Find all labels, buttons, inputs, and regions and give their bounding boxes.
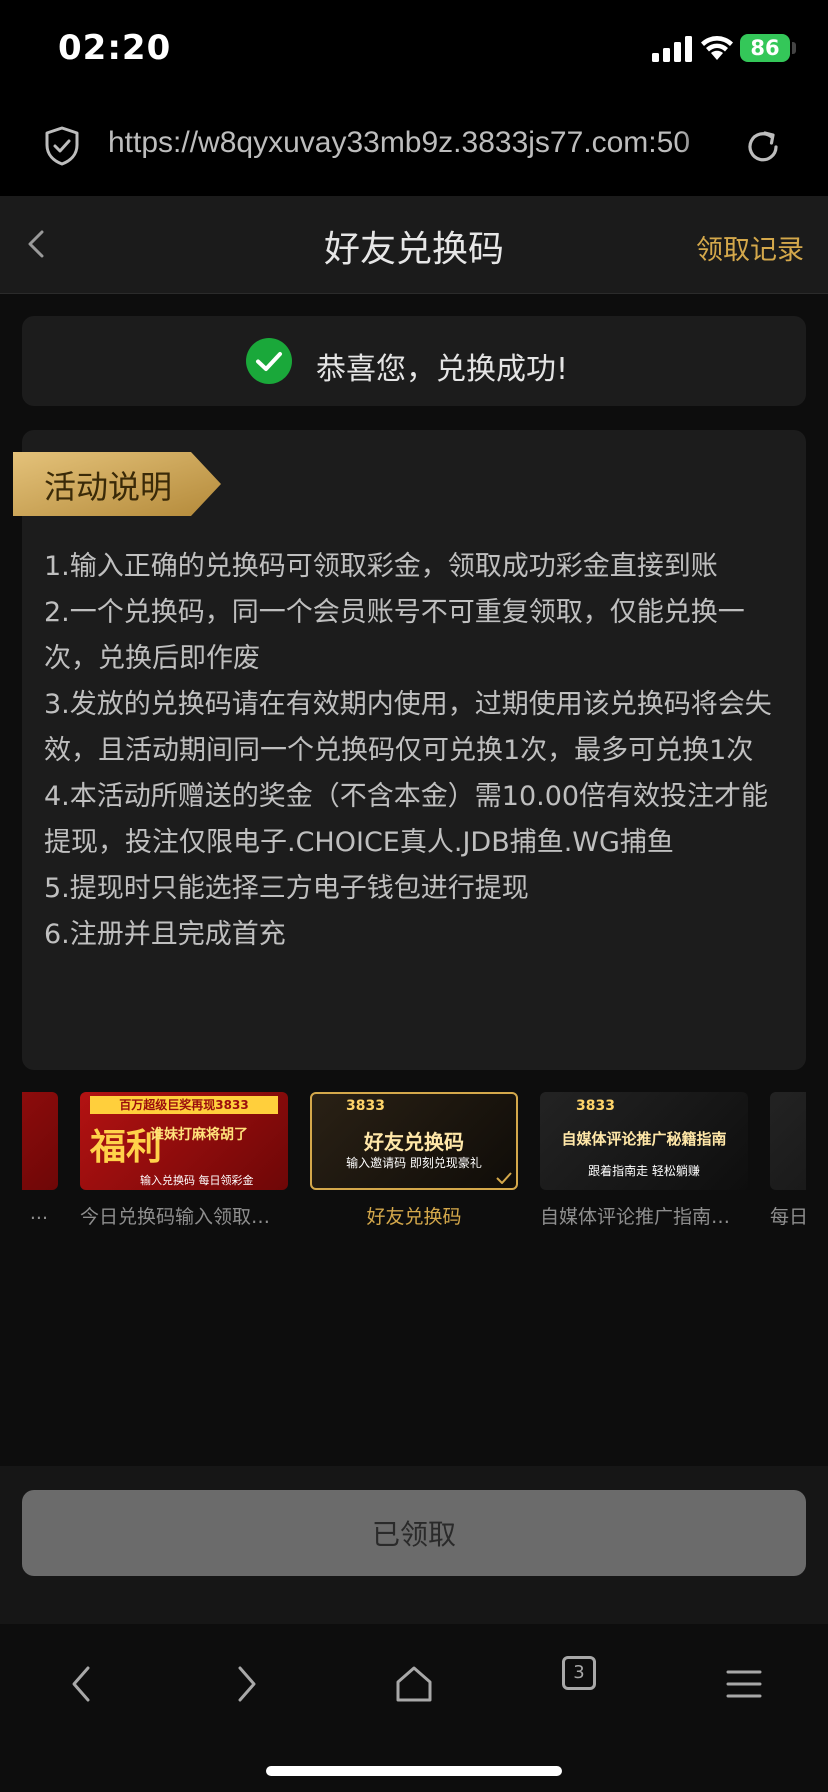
browser-forward-icon[interactable]: [216, 1654, 276, 1714]
status-bar: 02:20 86: [0, 0, 828, 96]
promo-card-label: ...: [29, 1202, 48, 1224]
promo-card-label: 好友兑换码: [366, 1206, 462, 1228]
thumb-badge: 3833: [576, 1098, 615, 1114]
promo-thumbnail: 3833 好友兑换码 输入邀请码 即刻兑现豪礼: [310, 1092, 518, 1190]
page-header: 好友兑换码 领取记录: [0, 196, 828, 294]
claim-records-link[interactable]: 领取记录: [696, 228, 804, 267]
thumb-subtitle: 输入兑换码 每日领彩金: [140, 1174, 254, 1187]
battery-indicator: 86: [740, 34, 790, 62]
promo-card-media-guide[interactable]: 3833 自媒体评论推广秘籍指南 跟着指南走 轻松躺赚 自媒体评论推广指南详..…: [540, 1092, 748, 1229]
thumb-subtitle: 输入邀请码 即刻兑现豪礼: [346, 1156, 482, 1170]
browser-back-icon[interactable]: [52, 1654, 112, 1714]
promo-card-daily-code[interactable]: 百万超级巨奖再现3833 福利 谁妹打麻将胡了 输入兑换码 每日领彩金 今日兑换…: [80, 1092, 288, 1229]
promo-card-daily[interactable]: 每日: [770, 1092, 806, 1229]
promo-thumbnail: [22, 1092, 58, 1190]
selected-check-icon: [496, 1172, 512, 1184]
promo-carousel[interactable]: ... 百万超级巨奖再现3833 福利 谁妹打麻将胡了 输入兑换码 每日领彩金 …: [22, 1092, 806, 1232]
promo-card-label: 自媒体评论推广指南详...: [540, 1206, 748, 1228]
claimed-button[interactable]: 已领取: [22, 1490, 806, 1576]
promo-thumbnail: 3833 自媒体评论推广秘籍指南 跟着指南走 轻松躺赚: [540, 1092, 748, 1190]
thumb-badge: 3833: [346, 1098, 385, 1114]
rule-item: 4.本活动所赠送的奖金（不含本金）需10.00倍有效投注才能提现，投注仅限电子.…: [44, 781, 769, 858]
thumb-banner: 百万超级巨奖再现3833: [90, 1096, 278, 1114]
battery-level: 86: [750, 36, 780, 60]
promo-thumbnail: 百万超级巨奖再现3833 福利 谁妹打麻将胡了 输入兑换码 每日领彩金: [80, 1092, 288, 1190]
url-fade: [680, 122, 720, 170]
promo-card-friend-code[interactable]: 3833 好友兑换码 输入邀请码 即刻兑现豪礼 好友兑换码: [310, 1092, 518, 1229]
rule-item: 1.输入正确的兑换码可领取彩金，领取成功彩金直接到账: [44, 551, 718, 582]
promo-thumbnail: [770, 1092, 806, 1190]
screen: 02:20 86 https://w8qyxuvay33mb9z.3833js7…: [0, 0, 828, 1792]
browser-menu-icon[interactable]: [714, 1654, 774, 1714]
cellular-signal-icon: [652, 36, 692, 62]
home-indicator[interactable]: [266, 1766, 562, 1776]
battery-tip: [792, 42, 796, 54]
rules-list: 1.输入正确的兑换码可领取彩金，领取成功彩金直接到账 2.一个兑换码，同一个会员…: [44, 544, 788, 958]
reload-icon[interactable]: [744, 128, 782, 166]
thumb-title: 谁妹打麻将胡了: [150, 1127, 248, 1143]
promo-card-label: 每日: [770, 1206, 806, 1228]
wifi-icon: [701, 36, 733, 60]
rule-item: 6.注册并且完成首充: [44, 919, 286, 950]
url-text[interactable]: https://w8qyxuvay33mb9z.3833js77.com:50: [108, 126, 718, 166]
success-message: 恭喜您，兑换成功!: [316, 352, 569, 387]
thumb-title: 好友兑换码: [364, 1130, 464, 1154]
status-time: 02:20: [58, 28, 172, 68]
shield-check-icon: [45, 126, 79, 166]
address-bar[interactable]: https://w8qyxuvay33mb9z.3833js77.com:50: [0, 96, 828, 196]
rule-item: 3.发放的兑换码请在有效期内使用，过期使用该兑换码将会失效，且活动期间同一个兑换…: [44, 689, 772, 766]
success-check-icon: [246, 338, 292, 384]
promo-card-label: 今日兑换码输入领取彩...: [80, 1206, 288, 1228]
browser-tabs-button[interactable]: 3: [562, 1656, 596, 1690]
browser-home-icon[interactable]: [384, 1654, 444, 1714]
thumb-title: 自媒体评论推广秘籍指南: [561, 1130, 727, 1148]
rules-tab-label: 活动说明: [44, 468, 173, 506]
rule-item: 2.一个兑换码，同一个会员账号不可重复领取，仅能兑换一次，兑换后即作废: [44, 597, 745, 674]
rule-item: 5.提现时只能选择三方电子钱包进行提现: [44, 873, 529, 904]
thumb-subtitle: 跟着指南走 轻松躺赚: [588, 1164, 700, 1178]
success-banner: 恭喜您，兑换成功!: [22, 316, 806, 406]
promo-card[interactable]: ...: [22, 1092, 58, 1224]
